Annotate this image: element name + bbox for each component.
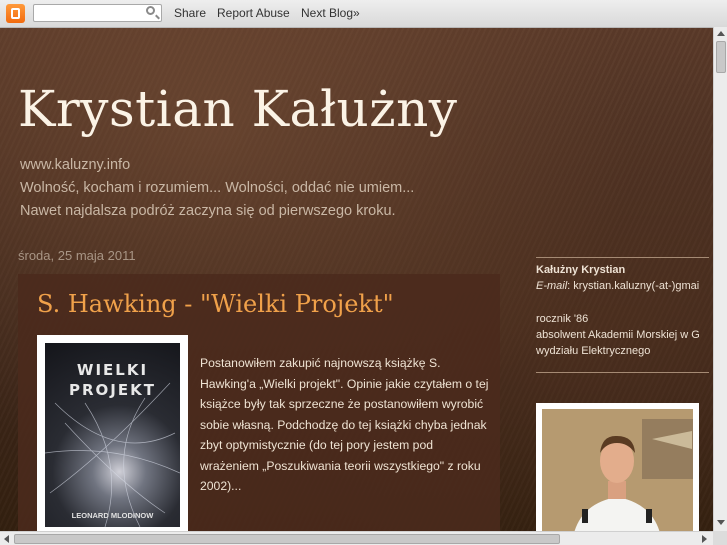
profile-photo-image <box>542 409 693 531</box>
next-blog-link[interactable]: Next Blog» <box>301 6 360 20</box>
blog-title[interactable]: Krystian Kałużny <box>18 80 458 138</box>
horizontal-scrollbar[interactable] <box>0 531 713 545</box>
page-background: Krystian Kałużny www.kaluzny.info Wolnoś… <box>0 27 713 531</box>
book-author: LEONARD MLODINOW <box>71 511 154 520</box>
report-abuse-link[interactable]: Report Abuse <box>217 6 290 20</box>
scroll-right-arrow-icon[interactable] <box>702 535 707 543</box>
sidebar-email: E-mail: krystian.kaluzny(-at-)gmai <box>536 280 699 292</box>
post-date: środa, 25 maja 2011 <box>18 248 136 263</box>
post-excerpt: Postanowiłem zakupić najnowszą książkę S… <box>200 356 489 493</box>
blogger-navbar: Share Report Abuse Next Blog» <box>0 0 727 28</box>
sidebar-born: rocznik '86 <box>536 313 589 325</box>
search-icon[interactable] <box>146 6 155 15</box>
profile-photo[interactable] <box>536 403 699 531</box>
search-input[interactable] <box>33 4 162 22</box>
sidebar-divider <box>536 372 709 373</box>
sidebar-email-value: : krystian.kaluzny(-at-)gmai <box>567 280 700 292</box>
post-card: S. Hawking - "Wielki Projekt" WIELKI PRO… <box>18 274 500 531</box>
sidebar-edu-2: wydziału Elektrycznego <box>536 345 651 357</box>
blog-url: www.kaluzny.info <box>20 157 131 173</box>
sidebar-email-label: E-mail <box>536 280 568 292</box>
post-title[interactable]: S. Hawking - "Wielki Projekt" <box>37 290 394 318</box>
book-image[interactable]: WIELKI PROJEKT LEONARD MLODINOW <box>37 335 188 531</box>
book-cover: WIELKI PROJEKT LEONARD MLODINOW <box>45 343 180 527</box>
vertical-scrollbar[interactable] <box>713 27 727 531</box>
sidebar-edu-1: absolwent Akademii Morskiej w G <box>536 329 700 341</box>
book-title-2: PROJEKT <box>69 381 156 399</box>
blogger-logo-icon[interactable] <box>6 4 25 23</box>
blog-motto-1: Wolność, kocham i rozumiem... Wolności, … <box>20 180 415 196</box>
scroll-up-arrow-icon[interactable] <box>717 31 725 36</box>
sidebar-divider <box>536 257 709 258</box>
share-link[interactable]: Share <box>174 6 206 20</box>
book-title-1: WIELKI <box>76 361 149 379</box>
sidebar-name: Kałużny Krystian <box>536 264 626 276</box>
scroll-down-arrow-icon[interactable] <box>717 520 725 525</box>
scrollbar-corner <box>713 531 727 545</box>
profile-photo-art <box>542 409 693 531</box>
scroll-left-arrow-icon[interactable] <box>4 535 9 543</box>
vertical-scroll-thumb[interactable] <box>716 41 726 73</box>
horizontal-scroll-thumb[interactable] <box>14 534 560 544</box>
blog-motto-2: Nawet najdalsza podróż zaczyna się od pi… <box>20 203 396 219</box>
